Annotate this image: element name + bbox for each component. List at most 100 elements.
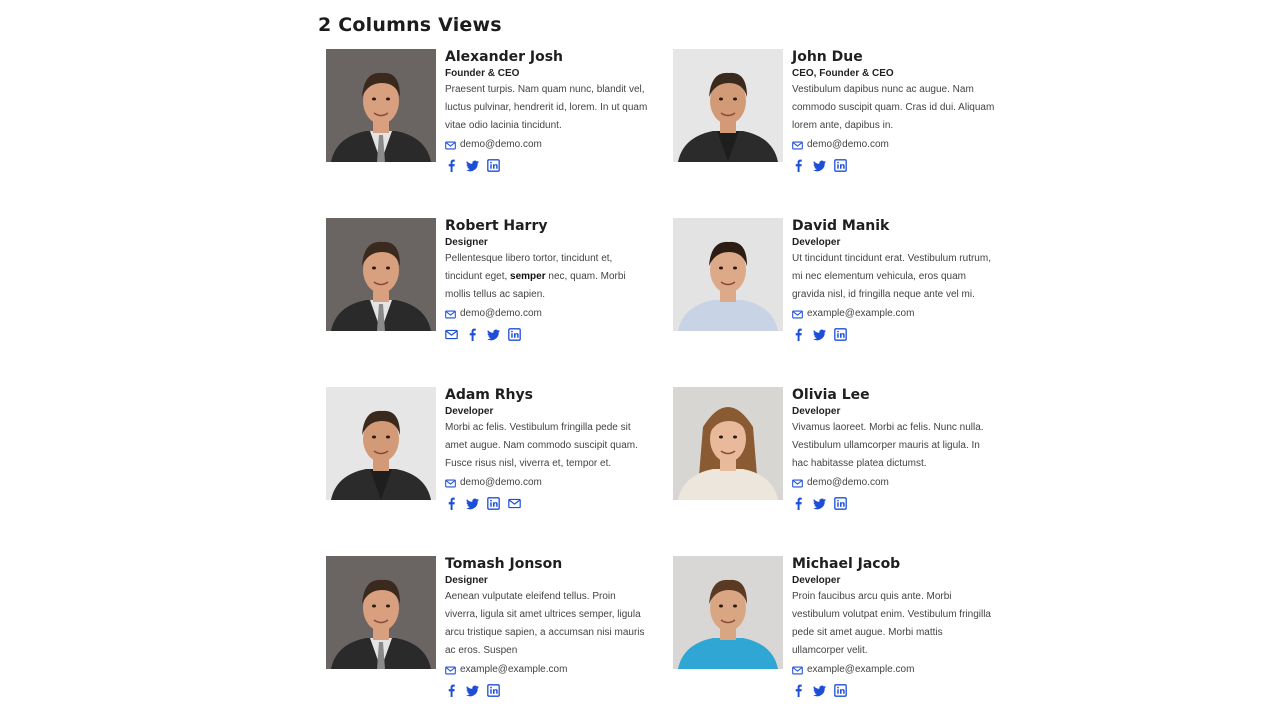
member-email: example@example.com: [460, 664, 568, 675]
twitter-icon[interactable]: [813, 497, 826, 510]
mail-icon: [792, 140, 803, 151]
mail-icon: [792, 309, 803, 320]
member-name: John Due: [792, 49, 863, 65]
member-email-link[interactable]: demo@demo.com: [445, 474, 650, 492]
facebook-icon[interactable]: [792, 159, 805, 172]
member-name: Robert Harry: [445, 218, 548, 234]
mail-icon: [445, 665, 456, 676]
member-email: demo@demo.com: [807, 139, 889, 150]
member-info: John Due CEO, Founder & CEO Vestibulum dap…: [792, 49, 997, 172]
mail-icon: [792, 665, 803, 676]
mail-icon[interactable]: [508, 497, 521, 510]
social-links: [445, 328, 650, 341]
member-photo: [326, 387, 436, 500]
member-photo: [326, 218, 436, 331]
member-photo: [673, 387, 783, 500]
facebook-icon[interactable]: [792, 328, 805, 341]
twitter-icon[interactable]: [466, 159, 479, 172]
section-title: 2 Columns Views: [318, 14, 502, 36]
member-bio: Vivamus laoreet. Morbi ac felis. Nunc nu…: [792, 419, 997, 473]
linkedin-icon[interactable]: [834, 684, 847, 697]
member-bio: Proin faucibus arcu quis ante. Morbi ves…: [792, 588, 997, 660]
mail-icon: [792, 478, 803, 489]
linkedin-icon[interactable]: [508, 328, 521, 341]
member-email-link[interactable]: example@example.com: [792, 305, 997, 323]
twitter-icon[interactable]: [813, 159, 826, 172]
linkedin-icon[interactable]: [487, 684, 500, 697]
facebook-icon[interactable]: [792, 497, 805, 510]
member-bio: Praesent turpis. Nam quam nunc, blandit …: [445, 81, 650, 135]
member-role: Developer: [445, 406, 494, 417]
facebook-icon[interactable]: [466, 328, 479, 341]
linkedin-icon[interactable]: [487, 159, 500, 172]
member-email-link[interactable]: example@example.com: [792, 661, 997, 679]
bio-text: Vivamus laoreet. Morbi ac felis. Nunc nu…: [792, 422, 984, 469]
twitter-icon[interactable]: [466, 497, 479, 510]
linkedin-icon[interactable]: [487, 497, 500, 510]
member-bio: Aenean vulputate eleifend tellus. Proin …: [445, 588, 650, 660]
member-info: David Manik Developer Ut tincidunt tincidu…: [792, 218, 997, 341]
mail-icon: [445, 309, 456, 320]
social-links: [792, 328, 997, 341]
bio-text: Praesent turpis. Nam quam nunc, blandit …: [445, 84, 648, 131]
member-email: example@example.com: [807, 308, 915, 319]
member-email-link[interactable]: demo@demo.com: [792, 136, 997, 154]
social-links: [792, 684, 997, 697]
member-photo: [673, 218, 783, 331]
member-email: demo@demo.com: [807, 477, 889, 488]
member-bio: Morbi ac felis. Vestibulum fringilla ped…: [445, 419, 650, 473]
social-links: [792, 159, 997, 172]
twitter-icon[interactable]: [487, 328, 500, 341]
twitter-icon[interactable]: [466, 684, 479, 697]
member-info: Tomash Jonson Designer Aenean vulputate el…: [445, 556, 650, 697]
social-links: [792, 497, 997, 510]
mail-icon[interactable]: [445, 328, 458, 341]
member-email-link[interactable]: example@example.com: [445, 661, 650, 679]
bio-text: Morbi ac felis. Vestibulum fringilla ped…: [445, 422, 638, 469]
member-photo: [673, 556, 783, 669]
social-links: [445, 159, 650, 172]
linkedin-icon[interactable]: [834, 159, 847, 172]
member-photo: [673, 49, 783, 162]
member-info: Robert Harry Designer Pellentesque libero …: [445, 218, 650, 341]
member-email-link[interactable]: demo@demo.com: [445, 136, 650, 154]
member-role: Designer: [445, 575, 488, 586]
member-bio: Vestibulum dapibus nunc ac augue. Nam co…: [792, 81, 997, 135]
linkedin-icon[interactable]: [834, 328, 847, 341]
member-name: Michael Jacob: [792, 556, 901, 572]
member-info: Michael Jacob Developer Proin faucibus arc…: [792, 556, 997, 697]
facebook-icon[interactable]: [445, 159, 458, 172]
social-links: [445, 497, 650, 510]
member-bio: Pellentesque libero tortor, tincidunt et…: [445, 250, 650, 304]
member-name: Alexander Josh: [445, 49, 563, 65]
member-info: Alexander Josh Founder & CEO Praesent turp…: [445, 49, 650, 172]
linkedin-icon[interactable]: [834, 497, 847, 510]
member-email-link[interactable]: demo@demo.com: [445, 305, 650, 323]
member-role: Developer: [792, 237, 841, 248]
member-photo: [326, 556, 436, 669]
member-photo: [326, 49, 436, 162]
member-name: David Manik: [792, 218, 890, 234]
twitter-icon[interactable]: [813, 328, 826, 341]
member-name: Tomash Jonson: [445, 556, 563, 572]
member-email: demo@demo.com: [460, 308, 542, 319]
bio-text: Proin faucibus arcu quis ante. Morbi ves…: [792, 591, 991, 656]
twitter-icon[interactable]: [813, 684, 826, 697]
facebook-icon[interactable]: [445, 497, 458, 510]
facebook-icon[interactable]: [445, 684, 458, 697]
member-role: Designer: [445, 237, 488, 248]
mail-icon: [445, 478, 456, 489]
bio-text: Vestibulum dapibus nunc ac augue. Nam co…: [792, 84, 995, 131]
member-name: Adam Rhys: [445, 387, 533, 403]
member-email: example@example.com: [807, 664, 915, 675]
mail-icon: [445, 140, 456, 151]
member-info: Olivia Lee Developer Vivamus laoreet. Morb…: [792, 387, 997, 510]
member-role: Founder & CEO: [445, 68, 520, 79]
bio-emphasis: semper: [510, 271, 546, 282]
member-role: Developer: [792, 575, 841, 586]
member-name: Olivia Lee: [792, 387, 870, 403]
member-email-link[interactable]: demo@demo.com: [792, 474, 997, 492]
member-role: CEO, Founder & CEO: [792, 68, 894, 79]
social-links: [445, 684, 650, 697]
facebook-icon[interactable]: [792, 684, 805, 697]
